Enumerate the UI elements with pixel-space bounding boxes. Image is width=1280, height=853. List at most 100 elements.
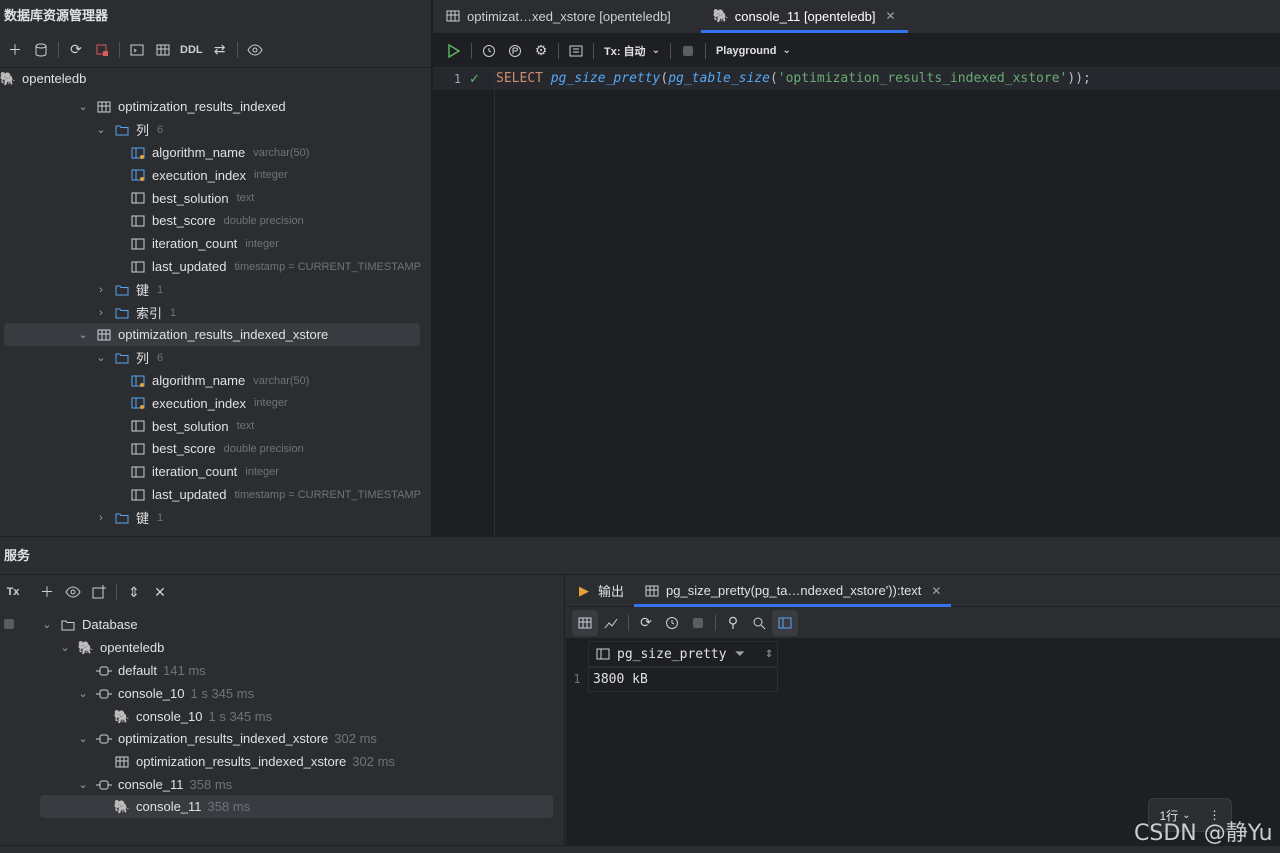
tree-column-row[interactable]: iteration_count integer xyxy=(130,232,279,255)
console-icon[interactable] xyxy=(124,37,150,63)
pin-icon[interactable]: ⚲ xyxy=(720,610,746,636)
chevron-down-icon[interactable]: ⌄ xyxy=(58,641,72,654)
column-icon xyxy=(130,259,146,275)
playground-dropdown[interactable]: Playground ⌄ xyxy=(710,45,797,57)
gear-icon[interactable]: ⚙ xyxy=(528,38,554,64)
tree-columns-folder[interactable]: ⌄ 列 6 xyxy=(94,118,163,141)
tree-column-row[interactable]: iteration_count integer xyxy=(130,460,279,483)
execute-icon[interactable] xyxy=(441,38,467,64)
tab-output[interactable]: ▶ 输出 xyxy=(566,575,634,607)
tree-column-row[interactable]: best_score double precision xyxy=(130,437,304,460)
column-icon xyxy=(130,236,146,252)
column-name: execution_index xyxy=(152,167,246,183)
chevron-down-icon[interactable]: ⌄ xyxy=(76,328,90,341)
table-view-icon[interactable] xyxy=(572,609,598,636)
filter-icon[interactable]: ⏷ xyxy=(735,646,745,662)
collapse-all-icon[interactable]: ✕ xyxy=(147,579,173,605)
jump-icon[interactable]: ⇄ xyxy=(207,37,233,63)
tab-table-editor[interactable]: optimizat…xed_xstore [openteledb] xyxy=(433,0,683,33)
tree-keys-folder[interactable]: › 键 1 xyxy=(94,278,163,301)
new-tab-icon[interactable] xyxy=(86,579,112,605)
tree-column-row[interactable]: best_solution text xyxy=(130,415,254,438)
database-explorer-panel: 数据库资源管理器 ＋ ⟳ DDL ⇄ 🐘 openteledb ⌄ optimi… xyxy=(0,0,432,536)
chevron-down-icon[interactable]: ⌄ xyxy=(94,123,108,136)
service-console-11-selected[interactable]: 🐘 console_11 358 ms xyxy=(40,795,553,818)
tree-column-row[interactable]: best_score double precision xyxy=(130,209,304,232)
tree-column-row[interactable]: algorithm_name varchar(50) xyxy=(130,141,309,164)
tree-table-row[interactable]: ⌄ optimization_results_indexed xyxy=(76,95,285,118)
refresh-icon[interactable]: ⟳ xyxy=(63,37,89,63)
chevron-down-icon[interactable]: ⌄ xyxy=(40,618,54,631)
stop-icon[interactable] xyxy=(4,619,14,629)
close-icon[interactable]: ✕ xyxy=(886,9,896,23)
postgres-elephant-icon: 🐘 xyxy=(113,708,131,724)
search-icon[interactable] xyxy=(746,610,772,636)
close-icon[interactable]: ✕ xyxy=(931,584,941,598)
tree-column-row[interactable]: execution_index integer xyxy=(130,164,288,187)
chevron-right-icon[interactable]: › xyxy=(94,307,108,319)
chevron-down-icon[interactable]: ⌄ xyxy=(76,100,90,113)
tree-keys-folder[interactable]: › 键 1 xyxy=(94,506,163,529)
tree-root-connection[interactable]: 🐘 openteledb xyxy=(0,67,86,90)
chevron-right-icon[interactable]: › xyxy=(94,284,108,296)
output-layout-icon[interactable] xyxy=(563,38,589,64)
tree-column-row[interactable]: last_updated timestamp = CURRENT_TIMESTAM… xyxy=(130,255,421,278)
tree-column-row[interactable]: best_solution text xyxy=(130,187,254,210)
add-icon[interactable]: ＋ xyxy=(2,37,28,63)
tree-columns-folder[interactable]: ⌄ 列 6 xyxy=(94,346,163,369)
tx-button[interactable]: Tx xyxy=(0,579,26,605)
chevron-down-icon[interactable]: ⌄ xyxy=(76,732,90,745)
eye-icon[interactable] xyxy=(60,579,86,605)
tab-result[interactable]: pg_size_pretty(pg_ta…ndexed_xstore')):te… xyxy=(634,575,952,607)
column-icon xyxy=(130,464,146,480)
expand-all-icon[interactable]: ⇕ xyxy=(121,579,147,605)
chevron-down-icon[interactable]: ⌄ xyxy=(94,351,108,364)
service-session-console-11[interactable]: ⌄ console_11 358 ms xyxy=(76,773,232,796)
service-table-xstore[interactable]: optimization_results_indexed_xstore 302 … xyxy=(114,750,395,773)
code-editor[interactable]: SELECT pg_size_pretty(pg_table_size('opt… xyxy=(495,68,1280,536)
tree-column-row[interactable]: last_updated timestamp = CURRENT_TIMESTAM… xyxy=(130,483,421,506)
eye-icon[interactable] xyxy=(242,37,268,63)
tree-column-row[interactable]: execution_index integer xyxy=(130,392,288,415)
stop-icon[interactable] xyxy=(685,610,711,636)
tree-table-row-selected[interactable]: ⌄ optimization_results_indexed_xstore xyxy=(4,323,420,346)
history-icon[interactable] xyxy=(476,38,502,64)
table-icon[interactable] xyxy=(150,37,176,63)
service-connection-node[interactable]: ⌄ 🐘 openteledb xyxy=(58,636,164,659)
service-session-default[interactable]: default 141 ms xyxy=(96,659,206,682)
folder-label: 列 xyxy=(136,351,150,366)
toolbar-divider xyxy=(558,42,559,59)
chart-icon[interactable] xyxy=(598,610,624,636)
stop-icon[interactable] xyxy=(675,38,701,64)
service-session-console-10[interactable]: ⌄ console_10 1 s 345 ms xyxy=(76,682,254,705)
tree-column-row[interactable]: algorithm_name varchar(50) xyxy=(130,369,309,392)
service-console-10[interactable]: 🐘 console_10 1 s 345 ms xyxy=(114,705,272,728)
line-number: 1 xyxy=(453,72,462,86)
add-icon[interactable]: ＋ xyxy=(34,579,60,605)
service-database-node[interactable]: ⌄ Database xyxy=(40,613,137,636)
code-line[interactable]: SELECT pg_size_pretty(pg_table_size('opt… xyxy=(495,68,1280,90)
chevron-down-icon[interactable]: ⌄ xyxy=(76,778,90,791)
ddl-button[interactable]: DDL xyxy=(176,44,207,56)
tab-console[interactable]: 🐘 console_11 [openteledb] ✕ xyxy=(700,0,908,33)
history-icon[interactable] xyxy=(659,610,685,636)
chevron-right-icon[interactable]: › xyxy=(94,512,108,524)
sql-punctuation: )); xyxy=(1067,71,1091,86)
service-session-xstore[interactable]: ⌄ optimization_results_indexed_xstore 30… xyxy=(76,727,377,750)
key-column-icon xyxy=(130,167,146,183)
explain-icon[interactable] xyxy=(502,38,528,64)
column-header[interactable]: pg_size_pretty ⏷ ⇕ xyxy=(588,641,778,667)
sort-icon[interactable]: ⇕ xyxy=(765,649,773,660)
table-cell[interactable]: 3800 kB xyxy=(588,667,778,692)
tx-mode-dropdown[interactable]: Tx: 自动 ⌄ xyxy=(598,43,666,59)
session-icon xyxy=(96,731,112,747)
node-time: 1 s 345 ms xyxy=(208,709,273,724)
chevron-down-icon[interactable]: ⌄ xyxy=(76,687,90,700)
refresh-icon[interactable]: ⟳ xyxy=(633,610,659,636)
data-source-icon[interactable] xyxy=(28,37,54,63)
node-label: console_10 xyxy=(136,709,203,724)
stop-connection-icon[interactable] xyxy=(89,37,115,63)
tree-indexes-folder[interactable]: › 索引 1 xyxy=(94,301,176,324)
editor-panel: optimizat…xed_xstore [openteledb] 🐘 cons… xyxy=(433,0,1280,536)
layout-icon[interactable] xyxy=(772,609,798,636)
